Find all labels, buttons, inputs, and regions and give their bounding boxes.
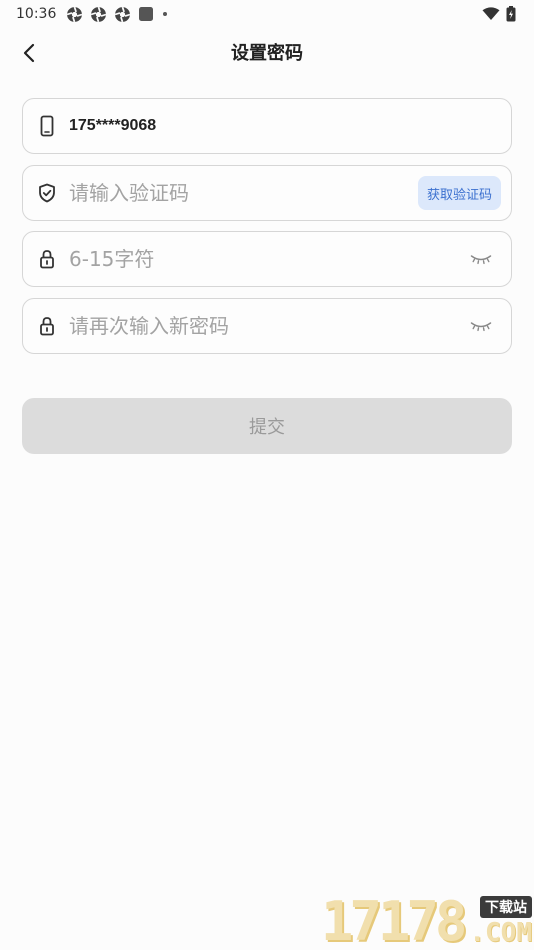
notification-icons xyxy=(66,6,169,23)
phone-icon xyxy=(37,115,57,137)
lock-icon xyxy=(37,315,57,337)
navigation-bar: 设置密码 xyxy=(0,28,534,76)
page-title: 设置密码 xyxy=(231,43,303,64)
watermark-number: 17178 xyxy=(320,890,468,950)
password-input[interactable] xyxy=(69,247,467,271)
status-bar-left: 10:36 xyxy=(16,6,169,23)
verification-code-field: 获取验证码 xyxy=(22,165,512,221)
lock-icon xyxy=(37,248,57,270)
password-field xyxy=(22,231,512,287)
watermark-right: 下载站 .COM xyxy=(469,896,532,946)
watermark-domain: .COM xyxy=(469,918,532,948)
site-watermark: 17178 下载站 .COM xyxy=(321,890,532,950)
get-code-button[interactable]: 获取验证码 xyxy=(417,176,501,210)
submit-button[interactable]: 提交 xyxy=(22,398,512,454)
shield-check-icon xyxy=(37,182,57,204)
eye-closed-icon[interactable] xyxy=(467,249,495,269)
settings-aperture-icon xyxy=(91,6,107,22)
confirm-password-field xyxy=(22,298,512,354)
verification-code-input[interactable] xyxy=(69,181,418,205)
square-app-icon xyxy=(139,7,154,21)
eye-closed-icon[interactable] xyxy=(467,316,495,336)
battery-charging-icon xyxy=(506,6,516,22)
phone-number-value: 175****9068 xyxy=(69,117,157,134)
confirm-password-input[interactable] xyxy=(69,314,467,338)
back-button[interactable] xyxy=(14,38,44,68)
dot-icon xyxy=(163,12,168,16)
status-bar-right xyxy=(482,6,516,22)
settings-aperture-icon xyxy=(115,6,131,22)
status-time: 10:36 xyxy=(16,6,57,22)
settings-aperture-icon xyxy=(67,6,83,22)
wifi-icon xyxy=(482,7,500,20)
chevron-left-icon xyxy=(23,43,35,63)
phone-field[interactable]: 175****9068 xyxy=(22,98,512,154)
watermark-badge: 下载站 xyxy=(480,896,532,918)
status-bar: 10:36 xyxy=(0,0,534,28)
